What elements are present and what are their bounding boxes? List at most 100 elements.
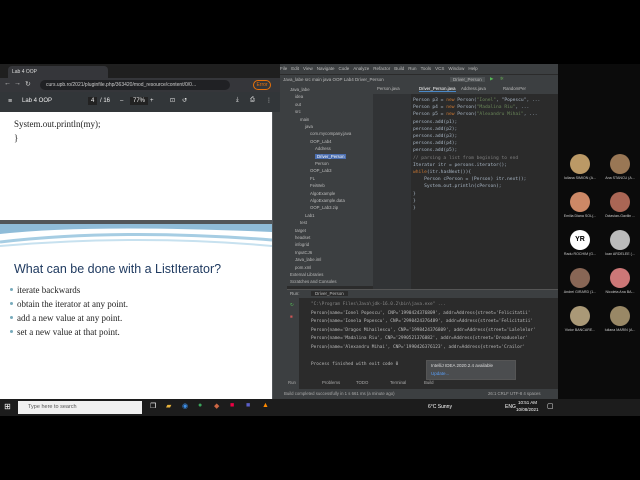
editor-tab[interactable]: RandomPer bbox=[503, 86, 526, 91]
clock-date[interactable]: 10/08/2021 bbox=[516, 407, 539, 412]
menu-item[interactable]: Refactor bbox=[373, 66, 390, 71]
editor-tab[interactable]: Driver_Person.java bbox=[419, 86, 456, 92]
debug-icon[interactable]: ✲ bbox=[500, 76, 504, 82]
run-icon[interactable]: ▶ bbox=[490, 76, 493, 82]
project-tree-item[interactable]: Lab1 bbox=[305, 213, 315, 218]
participant-tile[interactable]: Iuliana SIMION (A... bbox=[560, 154, 600, 188]
project-tree-item[interactable]: target bbox=[295, 228, 306, 233]
bottom-tool-tab[interactable]: Terminal bbox=[390, 380, 406, 385]
project-tree-item[interactable]: src bbox=[295, 109, 301, 114]
project-tree[interactable]: Java_labeidea out src main java com.mycompany… bbox=[287, 84, 373, 286]
project-tree-item[interactable]: pom.xml bbox=[295, 265, 311, 270]
breadcrumb[interactable]: Java_labe src main java OOP Lab4 Driver_… bbox=[283, 77, 384, 82]
back-icon[interactable]: ← bbox=[4, 80, 11, 87]
reload-icon[interactable]: ↻ bbox=[25, 80, 31, 88]
project-tree-item[interactable]: Scratches and Consoles bbox=[290, 279, 337, 284]
menu-item[interactable]: Help bbox=[468, 66, 477, 71]
task-view-icon[interactable]: ❐ bbox=[150, 402, 156, 410]
project-tree-item[interactable]: InputCJ6 bbox=[295, 250, 312, 255]
project-tree-item[interactable]: main bbox=[300, 117, 309, 122]
project-tree-item[interactable]: com.mycompany.java bbox=[310, 131, 351, 136]
update-notification[interactable]: IntelliJ IDEA 2020.2.4 available Update.… bbox=[426, 360, 516, 380]
forward-icon[interactable]: → bbox=[14, 80, 21, 87]
participant-tile[interactable]: Nicoleta Ana BA... bbox=[600, 268, 640, 302]
project-tree-item[interactable]: Driver_Person bbox=[315, 153, 347, 159]
app-icon[interactable]: ◆ bbox=[214, 402, 219, 410]
stop-icon[interactable]: ■ bbox=[290, 314, 293, 319]
project-tree-item[interactable]: test bbox=[300, 220, 307, 225]
more-icon[interactable]: ⋮ bbox=[266, 97, 272, 104]
participant-tile[interactable]: Andrei GIRARD (1... bbox=[560, 268, 600, 302]
menu-item[interactable]: Tools bbox=[421, 66, 432, 71]
project-tree-item[interactable]: Address bbox=[315, 146, 331, 151]
project-tree-item[interactable]: Java_labe bbox=[290, 87, 310, 92]
edge-icon[interactable]: ◉ bbox=[182, 402, 188, 410]
participant-tile[interactable]: Octavian-Gavilin ... bbox=[600, 192, 640, 226]
clock-time[interactable]: 10:51 AM bbox=[518, 400, 537, 405]
bottom-tool-tab[interactable]: Build bbox=[424, 380, 434, 385]
menu-item[interactable]: Build bbox=[394, 66, 404, 71]
zoom-input[interactable]: 77% bbox=[130, 97, 149, 105]
menu-icon[interactable]: ≡ bbox=[8, 98, 12, 105]
menu-item[interactable]: View bbox=[303, 66, 313, 71]
page-number-input[interactable]: 4 bbox=[88, 97, 98, 105]
project-tree-item[interactable]: External Libraries bbox=[290, 272, 323, 277]
project-tree-item[interactable]: OOP_Lab4 bbox=[310, 139, 332, 144]
project-tree-item[interactable]: Java_labe.iml bbox=[295, 257, 321, 262]
project-tree-item[interactable]: Person bbox=[315, 161, 329, 166]
browser-tab[interactable]: Lab 4 OOP bbox=[8, 66, 108, 78]
menu-item[interactable]: Analyze bbox=[353, 66, 369, 71]
project-tree-item[interactable]: AlgoExample bbox=[310, 191, 335, 196]
error-button[interactable]: Error bbox=[253, 80, 271, 90]
participant-tile[interactable]: Victor BANCARE... bbox=[560, 306, 600, 340]
intellij-icon[interactable]: ■ bbox=[230, 402, 234, 409]
fit-page-icon[interactable]: ⊡ bbox=[170, 97, 175, 104]
download-icon[interactable]: ⤓ bbox=[236, 97, 239, 104]
rerun-icon[interactable]: ↻ bbox=[290, 302, 294, 308]
chrome-icon[interactable]: ● bbox=[198, 402, 202, 409]
project-tree-item[interactable]: java bbox=[305, 124, 313, 129]
notification-icon[interactable]: ▢ bbox=[547, 402, 554, 410]
project-tree-item[interactable]: out bbox=[295, 102, 301, 107]
print-icon[interactable]: ⎙ bbox=[250, 97, 255, 104]
menu-item[interactable]: VCS bbox=[435, 66, 444, 71]
pdf-viewer[interactable]: System.out.println(my); } What can be do… bbox=[0, 112, 280, 399]
taskbar-search[interactable]: Type here to search bbox=[18, 401, 142, 414]
address-input[interactable]: curs.upb.ro/2021/pluginfile.php/363420/m… bbox=[40, 80, 230, 90]
bottom-tool-tab[interactable]: Run bbox=[288, 380, 296, 385]
rotate-icon[interactable]: ↺ bbox=[182, 97, 187, 104]
participant-tile[interactable]: Ioan ARDELEE (... bbox=[600, 230, 640, 264]
menu-item[interactable]: Edit bbox=[291, 66, 299, 71]
menu-item[interactable]: Run bbox=[408, 66, 416, 71]
weather[interactable]: 6°C Sunny bbox=[428, 404, 452, 410]
menu-item[interactable]: Code bbox=[338, 66, 349, 71]
participant-tile[interactable]: Emilia Diana SOL(... bbox=[560, 192, 600, 226]
run-config-select[interactable]: Driver_Person bbox=[450, 77, 485, 82]
project-tree-item[interactable]: OOP_Lab3.zip bbox=[310, 205, 338, 210]
bottom-tool-tab[interactable]: Problems bbox=[322, 380, 340, 385]
participant-tile[interactable]: Ana STANCU (A... bbox=[600, 154, 640, 188]
participant-tile[interactable]: Iuliana MARIN (A... bbox=[600, 306, 640, 340]
menu-item[interactable]: File bbox=[280, 66, 287, 71]
zoom-out-icon[interactable]: – bbox=[120, 98, 123, 104]
project-tree-item[interactable]: OOP_Lab3 bbox=[310, 168, 332, 173]
zoom-in-icon[interactable]: + bbox=[150, 98, 154, 104]
participant-tile[interactable]: YR Radu ROCHIM (G... bbox=[560, 230, 600, 264]
windows-start-icon[interactable]: ⊞ bbox=[4, 402, 11, 411]
project-tree-item[interactable]: AlgoExample.data bbox=[310, 198, 345, 203]
run-tab[interactable]: Driver_Person bbox=[311, 291, 348, 296]
project-tree-item[interactable]: FeiWeb bbox=[310, 183, 325, 188]
project-tree-item[interactable]: infogrid bbox=[295, 242, 309, 247]
teams-icon[interactable]: ■ bbox=[246, 402, 250, 409]
editor-tab[interactable]: Address.java bbox=[461, 86, 486, 91]
update-link[interactable]: Update... bbox=[431, 371, 511, 376]
project-tree-item[interactable]: idea bbox=[295, 94, 303, 99]
bottom-tool-tab[interactable]: TODO bbox=[356, 380, 368, 385]
editor-tab[interactable]: Person.java bbox=[377, 86, 400, 91]
menu-item[interactable]: Navigate bbox=[317, 66, 335, 71]
explorer-icon[interactable]: ▰ bbox=[166, 402, 171, 410]
project-tree-item[interactable]: FL bbox=[310, 176, 315, 181]
menu-item[interactable]: Window bbox=[448, 66, 464, 71]
language[interactable]: ENG bbox=[505, 404, 516, 410]
code-editor[interactable]: Person.java Driver_Person.java Address.jav… bbox=[373, 84, 558, 289]
